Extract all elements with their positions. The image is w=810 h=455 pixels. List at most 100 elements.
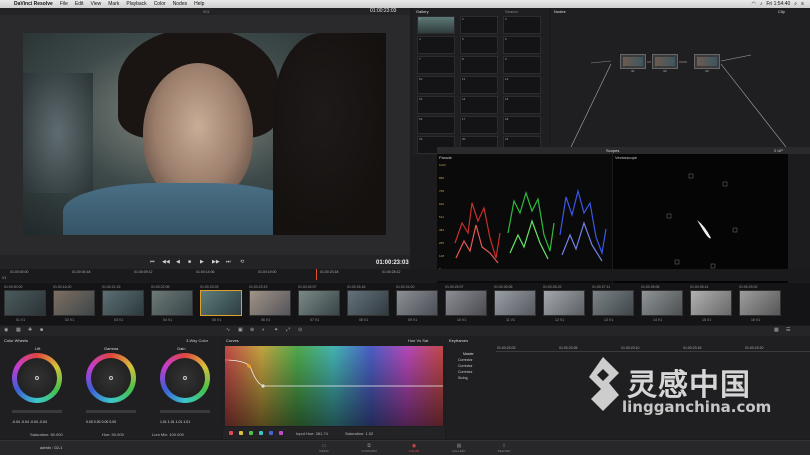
page-tab-gallery[interactable]: ▦ GALLERY — [441, 443, 477, 453]
page-tab-conform[interactable]: ⧉ CONFORM — [351, 443, 387, 453]
gallery-still[interactable]: 15 — [503, 96, 541, 114]
clip-thumbnail[interactable] — [151, 290, 193, 316]
gallery-still[interactable]: 10 — [417, 76, 455, 94]
node-02[interactable]: 02 — [652, 54, 678, 73]
wifi-icon[interactable]: ◠ — [751, 1, 755, 7]
lift-wheel-handle[interactable] — [35, 376, 39, 380]
gallery-still[interactable]: 14 — [460, 96, 498, 114]
gamma-master-slider[interactable] — [86, 410, 136, 413]
menu-help[interactable]: Help — [194, 1, 204, 7]
clip-thumbnail[interactable] — [543, 290, 585, 316]
stereo-tool-icon[interactable]: ⊙ — [298, 327, 302, 333]
gallery-still[interactable]: 6 — [503, 36, 541, 54]
gallery-still[interactable]: 9 — [503, 56, 541, 74]
clip-thumbnail[interactable] — [102, 290, 144, 316]
gallery-still[interactable]: 16 — [417, 116, 455, 134]
clip-thumbnail[interactable] — [396, 290, 438, 316]
curve-swatch[interactable] — [259, 431, 263, 435]
gallery-still[interactable]: 4 — [417, 36, 455, 54]
menu-edit[interactable]: Edit — [75, 1, 84, 7]
curve-saturation-value[interactable]: Saturation: 1.02 — [345, 431, 373, 436]
gallery-still[interactable]: 13 — [417, 96, 455, 114]
step-forward-icon[interactable]: ▶▶ — [212, 259, 220, 265]
curve-swatch[interactable] — [279, 431, 283, 435]
video-frame[interactable] — [23, 33, 386, 235]
clip-thumbnail[interactable] — [4, 290, 46, 316]
clip-thumbnail[interactable] — [494, 290, 536, 316]
gallery-still[interactable]: 17 — [460, 116, 498, 134]
gallery-still[interactable]: 7 — [417, 56, 455, 74]
gallery-still[interactable]: 5 — [460, 36, 498, 54]
clip-thumbnail[interactable] — [298, 290, 340, 316]
page-tab-color[interactable]: ◉ COLOR — [396, 443, 432, 453]
clip-thumbnail[interactable] — [445, 290, 487, 316]
reverse-icon[interactable]: ◀ — [176, 259, 180, 265]
list-view-icon[interactable]: ☰ — [786, 327, 790, 333]
keyframe-track[interactable]: Corrector — [458, 358, 473, 362]
clip-thumbnail[interactable] — [53, 290, 95, 316]
keyframe-track[interactable]: Sizing — [458, 376, 468, 380]
menu-color[interactable]: Color — [154, 1, 166, 7]
keyframe-track[interactable]: Corrector — [458, 364, 473, 368]
menu-playback[interactable]: Playback — [126, 1, 146, 7]
clip-thumbnail[interactable] — [200, 290, 242, 316]
menubar-clock[interactable]: Fri 1:54:40 — [766, 1, 790, 7]
clip-thumbnail[interactable] — [690, 290, 732, 316]
curve-swatch[interactable] — [249, 431, 253, 435]
camera-icon[interactable]: ■ — [40, 327, 43, 333]
window-tool-icon[interactable]: ▣ — [238, 327, 243, 333]
step-back-icon[interactable]: ◀◀ — [162, 259, 170, 265]
menu-nodes[interactable]: Nodes — [173, 1, 187, 7]
gamma-wheel-handle[interactable] — [109, 376, 113, 380]
lift-master-slider[interactable] — [12, 410, 62, 413]
list-icon[interactable]: ≡ — [801, 1, 804, 7]
gallery-still[interactable]: 18 — [503, 116, 541, 134]
page-tab-media[interactable]: ▭ MEDIA — [306, 443, 342, 453]
play-icon[interactable]: ▶ — [200, 259, 204, 265]
sizing-tool-icon[interactable]: ⤢ — [286, 327, 290, 333]
go-to-end-icon[interactable]: ⏭ — [226, 259, 231, 265]
go-to-start-icon[interactable]: ⏮ — [150, 259, 155, 265]
curve-swatch[interactable] — [229, 431, 233, 435]
nodes-clip-toggle[interactable]: Clip — [778, 9, 785, 14]
keyframe-master-track[interactable]: Master — [463, 352, 474, 356]
qualifier-tool-icon[interactable]: ⊕ — [250, 327, 254, 333]
key-tool-icon[interactable]: ✦ — [274, 327, 278, 333]
menu-view[interactable]: View — [91, 1, 102, 7]
tracker-icon[interactable]: ✚ — [28, 327, 32, 333]
clip-thumbnail[interactable] — [592, 290, 634, 316]
wheels-mode-select[interactable]: 3-Way Color — [186, 338, 208, 343]
loop-icon[interactable]: ⟲ — [240, 259, 244, 265]
gallery-search[interactable]: Search — [505, 9, 518, 14]
clip-thumbnail[interactable] — [347, 290, 389, 316]
saturation-value[interactable]: Saturation: 50.000 — [30, 432, 63, 437]
page-tab-deliver[interactable]: ⇪ DELIVER — [486, 443, 522, 453]
curve-swatch[interactable] — [239, 431, 243, 435]
curves-tool-icon[interactable]: ∿ — [226, 327, 230, 333]
volume-icon[interactable]: ♪ — [760, 1, 763, 7]
playhead[interactable] — [316, 269, 317, 280]
gallery-still[interactable]: 3 — [503, 16, 541, 34]
menu-mark[interactable]: Mark — [108, 1, 119, 7]
gallery-still[interactable]: 8 — [460, 56, 498, 74]
search-icon[interactable]: ⌕ — [794, 1, 797, 7]
input-hue-value[interactable]: Input Hue: 281.74 — [296, 431, 328, 436]
curve-swatch[interactable] — [269, 431, 273, 435]
gain-wheel-handle[interactable] — [183, 376, 187, 380]
scopes-mode-select[interactable]: 2 UP — [774, 148, 783, 153]
timeline-ruler[interactable] — [0, 269, 810, 281]
menu-file[interactable]: File — [60, 1, 68, 7]
gallery-still[interactable]: 1 — [417, 16, 455, 34]
color-palette-icon[interactable]: ◉ — [4, 327, 8, 333]
clip-thumbnail[interactable] — [739, 290, 781, 316]
gallery-still[interactable]: 2 — [460, 16, 498, 34]
rgb-mixer-icon[interactable]: ▦ — [16, 327, 21, 333]
lum-mix-value[interactable]: Lum Mix: 100.000 — [152, 432, 184, 437]
app-name-menu[interactable]: DaVinci Resolve — [14, 1, 53, 7]
gain-master-slider[interactable] — [160, 410, 210, 413]
stop-icon[interactable]: ■ — [188, 259, 191, 265]
blur-tool-icon[interactable]: ◐ — [262, 327, 265, 333]
clip-thumbnail[interactable] — [641, 290, 683, 316]
clip-thumbnail[interactable] — [249, 290, 291, 316]
keyframe-track[interactable]: Corrector — [458, 370, 473, 374]
